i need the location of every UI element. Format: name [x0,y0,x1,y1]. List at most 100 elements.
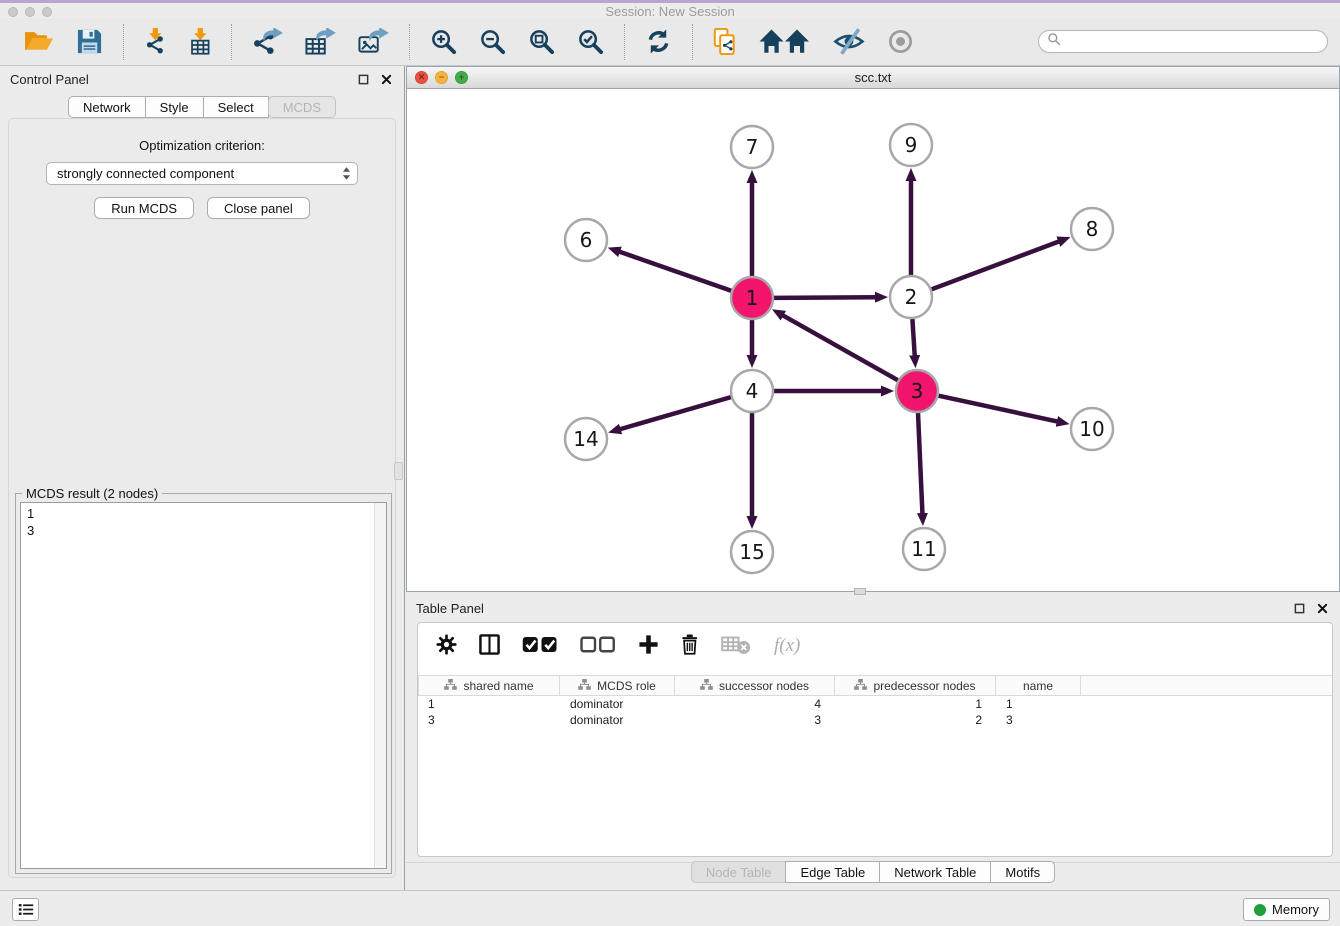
application-window: Session: New Session Control Panel Netwo… [0,0,1340,926]
clone-network-button[interactable] [707,26,742,57]
table-cell: 1 [835,697,996,711]
tab-select[interactable]: Select [203,96,269,118]
control-panel-title: Control Panel [10,72,89,87]
zoom-in-icon [430,28,457,55]
graph-node-1[interactable]: 1 [731,277,773,319]
graph-node-10[interactable]: 10 [1071,408,1113,450]
graph-edge-3-11[interactable] [918,413,923,515]
column-header-name[interactable]: name [996,676,1081,695]
mcds-result-text[interactable]: 1 3 [20,502,387,869]
tab-network-table[interactable]: Network Table [879,861,991,883]
float-panel-button[interactable] [356,72,371,87]
main-toolbar [0,18,1340,66]
save-button[interactable] [70,26,109,57]
optimization-select[interactable]: strongly connected component [46,162,358,185]
zoom-in-button[interactable] [424,26,463,57]
show-eye-icon [887,28,914,55]
export-table-button[interactable] [299,26,342,57]
table-header-row: shared nameMCDS rolesuccessor nodesprede… [418,675,1332,696]
home-button[interactable] [752,26,817,57]
graph-node-3[interactable]: 3 [896,370,938,412]
tab-style[interactable]: Style [145,96,204,118]
tree-icon [444,679,457,693]
tab-mcds[interactable]: MCDS [268,96,336,118]
control-panel-header: Control Panel [0,66,404,92]
table-panel-header: Table Panel [406,595,1340,621]
memory-label: Memory [1272,902,1319,917]
column-header-MCDS-role[interactable]: MCDS role [560,676,675,695]
show-log-button[interactable] [12,898,39,921]
import-network-button[interactable] [138,26,173,57]
toolbar-separator [692,24,693,60]
graph-node-6[interactable]: 6 [565,219,607,261]
vertical-splitter-handle[interactable] [394,462,403,480]
table-row[interactable]: 1dominator411 [418,696,1332,712]
hide-eye-button[interactable] [827,26,871,57]
column-header-predecessor-nodes[interactable]: predecessor nodes [835,676,996,695]
search-input[interactable] [1066,35,1319,49]
open-folder-icon [23,28,54,55]
graph-node-11[interactable]: 11 [903,528,945,570]
fx-icon: f(x) [773,634,807,655]
show-eye-button[interactable] [881,26,920,57]
graph-edge-3-10[interactable] [939,396,1059,422]
tab-edge-table[interactable]: Edge Table [785,861,880,883]
horizontal-splitter-handle[interactable] [854,588,866,595]
tab-node-table[interactable]: Node Table [691,861,787,883]
add-button[interactable] [634,632,663,657]
graph-edge-2-8[interactable] [932,241,1061,289]
graph-edge-4-14[interactable] [619,397,731,430]
tab-network[interactable]: Network [68,96,146,118]
memory-button[interactable]: Memory [1243,898,1330,921]
check-boxes-button[interactable] [518,632,562,657]
table-row[interactable]: 3dominator323 [418,712,1332,728]
table-cell: 4 [675,697,835,711]
graph-edge-2-3[interactable] [912,319,914,357]
graph-node-7[interactable]: 7 [731,126,773,168]
export-image-button[interactable] [352,26,395,57]
table-cell: dominator [560,713,675,727]
control-panel-tabs: NetworkStyleSelectMCDS [0,96,404,118]
trash-button[interactable] [677,632,703,657]
gear-button[interactable] [432,632,461,657]
refresh-button[interactable] [639,26,678,57]
check-boxes-icon [522,634,558,655]
graph-edge-1-2[interactable] [774,297,877,298]
float-table-panel-button[interactable] [1292,601,1307,616]
tab-motifs[interactable]: Motifs [990,861,1055,883]
graph-node-8[interactable]: 8 [1071,208,1113,250]
table-panel: Table Panel f(x) shared nameMCDS rolesuc… [406,595,1340,890]
graph-node-9[interactable]: 9 [890,124,932,166]
graph-node-4[interactable]: 4 [731,370,773,412]
graph-edge-3-1[interactable] [782,315,898,381]
graph-edge-1-6[interactable] [618,251,731,291]
network-graph[interactable]: 7 9 6 8 1 2 4 3 14 10 15 11 [407,89,1339,592]
status-bar: Memory [0,890,1340,926]
zoom-out-button[interactable] [473,26,512,57]
graph-node-2[interactable]: 2 [890,276,932,318]
import-table-button[interactable] [183,26,218,57]
graph-node-15[interactable]: 15 [731,531,773,573]
split-columns-button[interactable] [475,632,504,657]
graph-node-14[interactable]: 14 [565,418,607,460]
column-header-shared-name[interactable]: shared name [418,676,560,695]
node-table-card: f(x) shared nameMCDS rolesuccessor nodes… [417,622,1333,857]
zoom-fit-button[interactable] [522,26,561,57]
close-panel-action-button[interactable]: Close panel [207,197,310,219]
search-box[interactable] [1038,30,1328,53]
result-scrollbar[interactable] [374,503,386,868]
column-header-successor-nodes[interactable]: successor nodes [675,676,835,695]
uncheck-boxes-button[interactable] [576,632,620,657]
network-window-titlebar[interactable]: ✕ − + scc.txt [407,67,1339,89]
zoom-selected-button[interactable] [571,26,610,57]
run-mcds-button[interactable]: Run MCDS [94,197,194,219]
trash-icon [681,634,699,655]
table-cell: dominator [560,697,675,711]
svg-text:10: 10 [1079,417,1104,441]
network-canvas[interactable]: 7 9 6 8 1 2 4 3 14 10 15 11 [407,89,1339,591]
svg-text:2: 2 [905,285,918,309]
open-folder-button[interactable] [17,26,60,57]
close-table-panel-button[interactable] [1315,601,1330,616]
export-network-button[interactable] [246,26,289,57]
close-panel-button[interactable] [379,72,394,87]
